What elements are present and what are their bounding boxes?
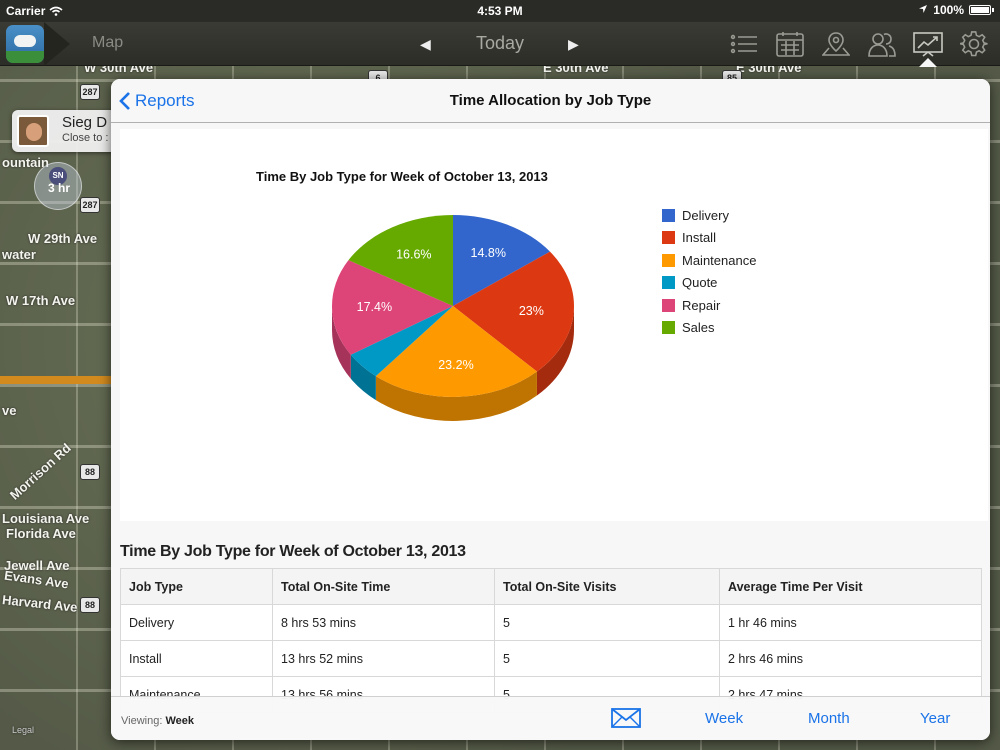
technician-subtitle: Close to : — [62, 132, 109, 144]
location-pin-icon[interactable] — [818, 28, 854, 60]
pin-duration: 3 hr — [47, 181, 70, 195]
legend-label: Install — [682, 230, 716, 246]
bottom-toolbar: Viewing: Week Week Month Year — [111, 696, 990, 740]
viewing-label: Viewing: — [121, 715, 163, 727]
job-type-table: Job Type Total On-Site Time Total On-Sit… — [120, 568, 982, 713]
nav-arrow-shape — [44, 22, 70, 66]
battery-icon — [969, 5, 991, 15]
year-button[interactable]: Year — [920, 710, 950, 727]
table-cell: Delivery — [120, 604, 273, 641]
route-shield: 287 — [80, 197, 100, 213]
legend-swatch — [662, 276, 675, 290]
nav-bar: Map ◀ Today ▶ — [0, 22, 1000, 66]
pie-data-label: 17.4% — [357, 300, 392, 314]
people-icon[interactable] — [864, 28, 900, 60]
legend-swatch — [662, 208, 675, 222]
road-label: Harvard Ave — [1, 592, 79, 615]
legend-item: Sales — [662, 317, 756, 340]
legend-swatch — [662, 321, 675, 335]
technician-map-pin[interactable]: SN 3 hr — [34, 162, 82, 210]
legend-label: Maintenance — [682, 252, 757, 268]
column-header: Total On-Site Time — [272, 568, 495, 605]
pie-data-label: 23.2% — [438, 358, 473, 372]
legend-item: Repair — [662, 294, 756, 317]
legend-label: Sales — [682, 320, 715, 336]
legend-label: Delivery — [682, 207, 729, 223]
table-cell: 2 hrs 46 mins — [719, 640, 982, 677]
legend-label: Quote — [682, 275, 718, 291]
reports-popover: Reports Time Allocation by Job Type Time… — [111, 79, 990, 740]
legend-swatch — [662, 253, 675, 267]
highway-line — [0, 376, 112, 384]
report-scroll-area[interactable]: Time By Job Type for Week of October 13,… — [111, 124, 990, 740]
technician-name: Sieg D — [62, 114, 108, 131]
road-label: ve — [2, 403, 17, 418]
table-row: Delivery 8 hrs 53 mins 5 1 hr 46 mins — [120, 604, 982, 641]
map-tab[interactable]: Map — [92, 34, 123, 52]
calendar-icon[interactable] — [772, 28, 808, 60]
next-day-button[interactable]: ▶ — [568, 36, 579, 53]
week-button[interactable]: Week — [705, 710, 743, 727]
location-arrow-icon — [918, 3, 928, 17]
avatar — [17, 115, 49, 147]
today-button[interactable]: Today — [440, 33, 560, 54]
legend-item: Maintenance — [662, 249, 756, 272]
column-header: Total On-Site Visits — [494, 568, 720, 605]
reports-chart-icon[interactable] — [910, 28, 946, 60]
column-header: Average Time Per Visit — [719, 568, 982, 605]
route-shield: 88 — [80, 597, 100, 613]
pie-data-label: 16.6% — [396, 248, 431, 262]
legend-item: Install — [662, 227, 756, 250]
road-label: W 29th Ave — [28, 231, 98, 246]
popover-header: Reports Time Allocation by Job Type — [111, 79, 990, 123]
popover-arrow — [919, 58, 937, 67]
map-legal-link[interactable]: Legal — [12, 725, 34, 735]
column-header: Job Type — [120, 568, 273, 605]
legend-swatch — [662, 298, 675, 312]
table-cell: 5 — [494, 604, 720, 641]
nav-icon-group — [726, 28, 992, 60]
road-label: W 17th Ave — [6, 293, 76, 308]
pie-data-label: 23% — [519, 304, 544, 318]
legend-item: Quote — [662, 272, 756, 295]
legend-swatch — [662, 231, 675, 245]
table-cell: 5 — [494, 640, 720, 677]
pie-chart-card: Time By Job Type for Week of October 13,… — [120, 129, 988, 521]
legend-item: Delivery — [662, 204, 756, 227]
road-label: Florida Ave — [6, 526, 76, 541]
route-shield: 287 — [80, 84, 100, 100]
technician-callout[interactable]: Sieg D Close to : — [12, 110, 116, 152]
legend-label: Repair — [682, 297, 721, 313]
table-cell: Install — [120, 640, 273, 677]
road-label: Morrison Rd — [6, 440, 74, 503]
gear-icon[interactable] — [956, 28, 992, 60]
app-logo-icon[interactable] — [6, 25, 44, 63]
table-cell: 1 hr 46 mins — [719, 604, 982, 641]
status-bar: Carrier 4:53 PM 100% — [0, 0, 1000, 22]
viewing-indicator: Viewing: Week — [121, 715, 194, 727]
table-row: Install 13 hrs 52 mins 5 2 hrs 46 mins — [120, 640, 982, 677]
viewing-value: Week — [165, 715, 194, 727]
previous-day-button[interactable]: ◀ — [420, 36, 431, 53]
table-header-row: Job Type Total On-Site Time Total On-Sit… — [120, 568, 982, 605]
status-time: 4:53 PM — [477, 4, 523, 18]
pie-data-label: 14.8% — [471, 246, 506, 260]
road-label: water — [2, 247, 36, 262]
battery-status: 100% — [918, 3, 994, 17]
list-icon[interactable] — [726, 28, 762, 60]
chart-legend: Delivery Install Maintenance Quote Repair Sal… — [662, 204, 756, 339]
table-title: Time By Job Type for Week of October 13,… — [120, 543, 466, 560]
route-shield: 88 — [80, 464, 100, 480]
battery-percent: 100% — [933, 3, 964, 17]
page-title: Time Allocation by Job Type — [449, 92, 652, 109]
month-button[interactable]: Month — [808, 710, 850, 727]
battery-nub — [992, 8, 994, 12]
pie-chart: 14.8% 23% 23.2% 17.4% 16.6% — [332, 215, 574, 421]
email-icon[interactable] — [611, 707, 641, 734]
table-cell: 8 hrs 53 mins — [272, 604, 495, 641]
table-cell: 13 hrs 52 mins — [272, 640, 495, 677]
road-label: Louisiana Ave — [2, 511, 90, 526]
